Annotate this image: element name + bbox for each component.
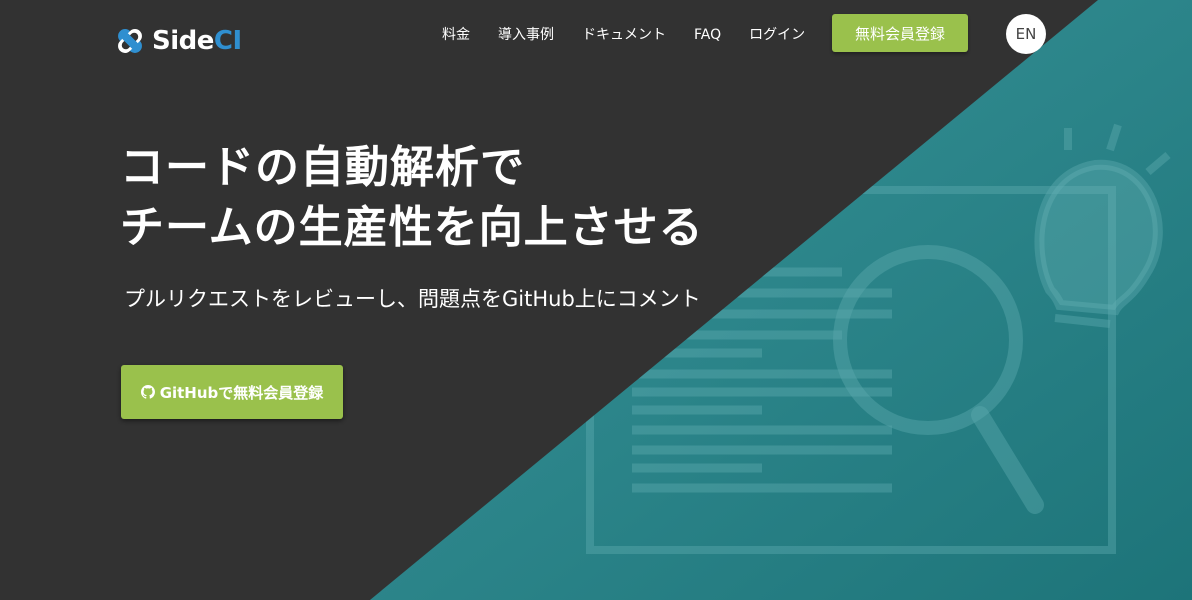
top-navbar: SideCI 料金 導入事例 ドキュメント FAQ ログイン 無料会員登録 EN xyxy=(0,0,1192,70)
logo-text-main: Side xyxy=(152,26,214,56)
language-switch-button[interactable]: EN xyxy=(1006,14,1046,54)
github-signup-label: GitHubで無料会員登録 xyxy=(159,383,324,402)
hero-subheadline: プルリクエストをレビューし、問題点をGitHub上にコメント xyxy=(124,287,701,311)
nav-link-documents[interactable]: ドキュメント xyxy=(582,24,666,46)
nav-links: 料金 導入事例 ドキュメント FAQ ログイン xyxy=(442,24,833,46)
github-icon xyxy=(140,385,155,399)
logo-text-accent: CI xyxy=(213,26,242,56)
hero-section: SideCI 料金 導入事例 ドキュメント FAQ ログイン 無料会員登録 EN… xyxy=(0,0,1192,600)
hero-headline-line-1: コードの自動解析で xyxy=(120,142,525,193)
hero-headline: コードの自動解析で チームの生産性を向上させる xyxy=(120,138,704,258)
hero-headline-line-2: チームの生産性を向上させる xyxy=(120,202,704,253)
github-signup-button[interactable]: GitHubで無料会員登録 xyxy=(121,365,343,419)
nav-link-login[interactable]: ログイン xyxy=(749,24,805,46)
sideci-logo[interactable]: SideCI xyxy=(112,22,242,60)
sideci-logo-icon xyxy=(118,29,142,53)
logo-wordmark: SideCI xyxy=(152,23,242,59)
nav-link-faq[interactable]: FAQ xyxy=(694,24,721,46)
nav-link-case-studies[interactable]: 導入事例 xyxy=(498,24,554,46)
nav-link-pricing[interactable]: 料金 xyxy=(442,24,470,46)
signup-button[interactable]: 無料会員登録 xyxy=(832,14,968,52)
